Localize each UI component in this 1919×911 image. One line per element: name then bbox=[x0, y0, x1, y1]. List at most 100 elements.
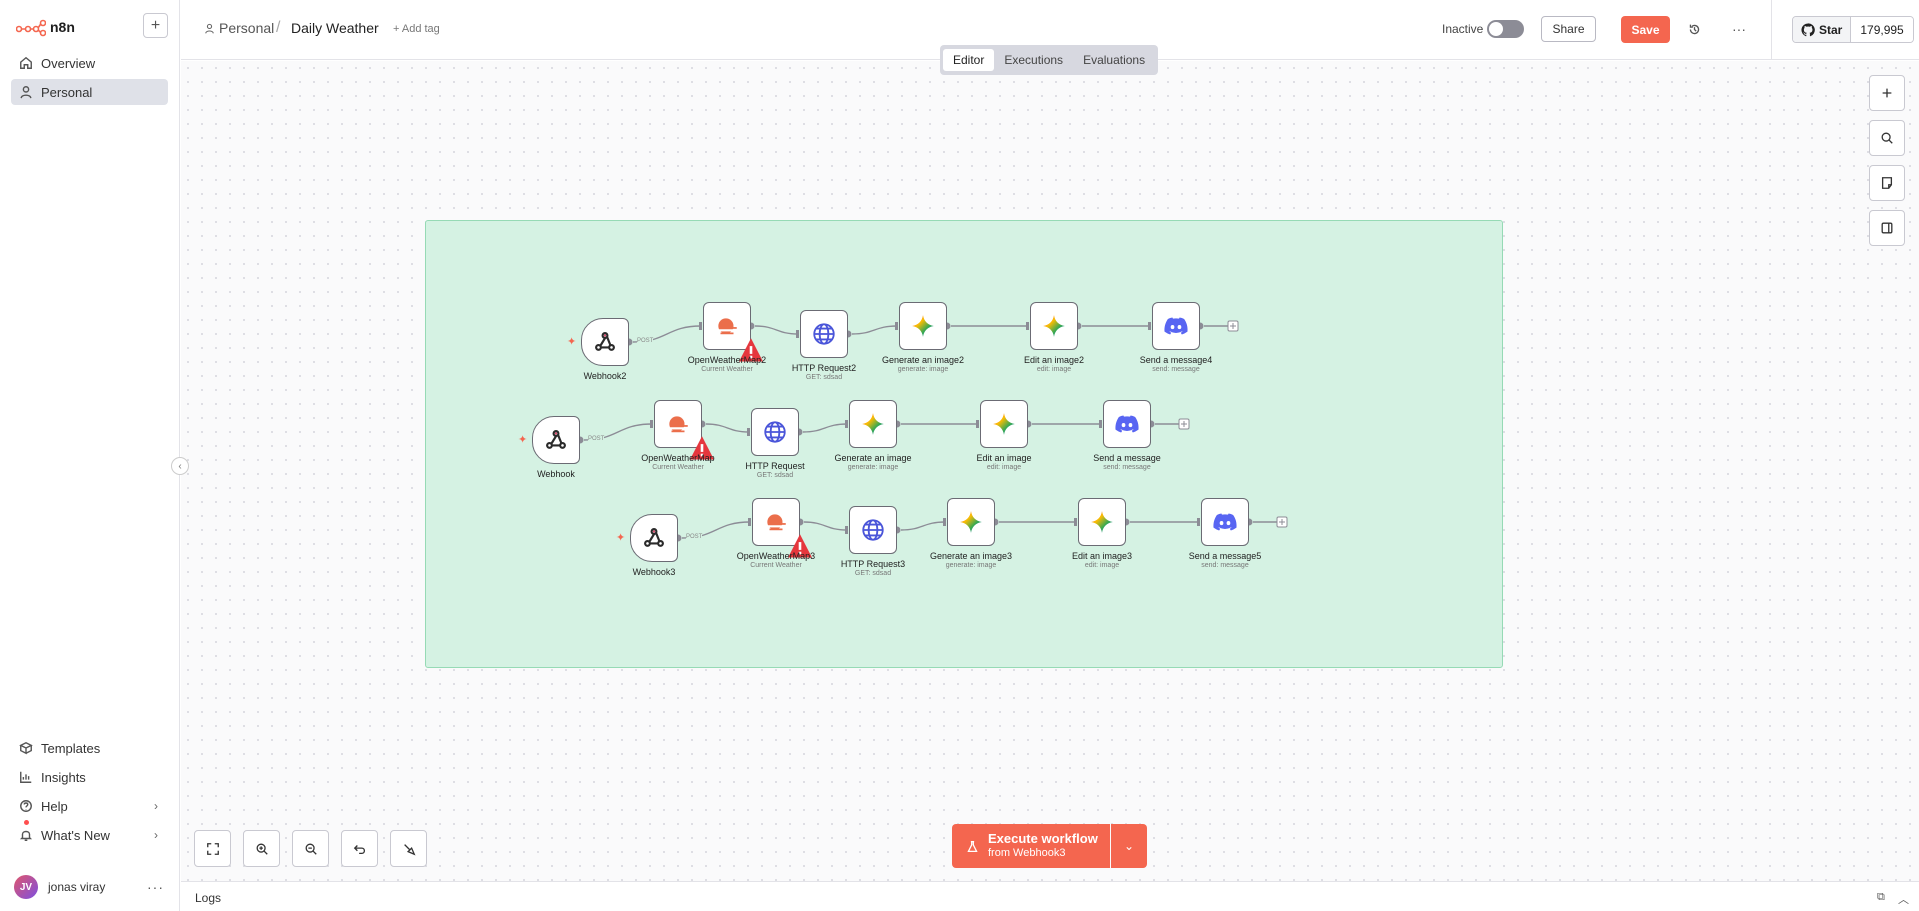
discord-icon bbox=[1115, 415, 1139, 433]
discord-icon bbox=[1164, 317, 1188, 335]
discord-node[interactable] bbox=[1152, 302, 1200, 350]
brush-icon bbox=[403, 843, 415, 855]
help-icon bbox=[20, 800, 32, 812]
gemini-icon bbox=[912, 315, 934, 337]
tab-executions[interactable]: Executions bbox=[994, 49, 1073, 71]
search-nodes-button[interactable] bbox=[1869, 120, 1905, 156]
box-icon bbox=[19, 741, 33, 755]
execute-workflow-button[interactable]: Execute workflow from Webhook3 bbox=[952, 824, 1110, 868]
chevron-right-icon: › bbox=[154, 828, 158, 842]
plus-icon: + bbox=[150, 16, 161, 34]
sidebar-item-overview[interactable]: Overview bbox=[11, 50, 168, 76]
tidy-up-button[interactable] bbox=[390, 830, 427, 867]
add-node-button[interactable] bbox=[1869, 75, 1905, 111]
history-icon[interactable] bbox=[1685, 20, 1703, 38]
chevron-right-icon: › bbox=[154, 799, 158, 813]
sidebar-item-label: Insights bbox=[41, 769, 86, 785]
toggle-panel-button[interactable] bbox=[1869, 210, 1905, 246]
node-subtitle: GET: sdsad bbox=[805, 374, 843, 381]
weather-icon bbox=[767, 514, 786, 531]
connection-label: POST bbox=[588, 436, 605, 442]
webhook-node[interactable] bbox=[581, 318, 629, 366]
discord-node[interactable] bbox=[1103, 400, 1151, 448]
create-new-button[interactable]: + bbox=[143, 13, 168, 38]
gemini-icon bbox=[960, 511, 982, 533]
fit-view-button[interactable] bbox=[194, 830, 231, 867]
discord-icon bbox=[1213, 513, 1237, 531]
sidebar-item-templates[interactable]: Templates bbox=[11, 735, 168, 761]
sticky-note[interactable] bbox=[425, 220, 1503, 668]
gemini-node[interactable] bbox=[980, 400, 1028, 448]
gemini-node[interactable] bbox=[899, 302, 947, 350]
undo-icon bbox=[353, 844, 365, 854]
popout-icon[interactable]: ⧉ bbox=[1877, 891, 1885, 904]
workflow-title[interactable]: Daily Weather bbox=[291, 20, 379, 36]
sidebar-collapse-button[interactable]: ‹ bbox=[171, 457, 189, 475]
add-sticky-button[interactable] bbox=[1869, 165, 1905, 201]
node-label: Webhook2 bbox=[583, 371, 627, 381]
share-button[interactable]: Share bbox=[1541, 16, 1596, 42]
node-label: Webhook3 bbox=[632, 567, 676, 577]
save-button[interactable]: Save bbox=[1621, 16, 1670, 43]
http-node[interactable] bbox=[800, 310, 848, 358]
more-icon[interactable]: ··· bbox=[1730, 20, 1748, 38]
weather-node[interactable] bbox=[654, 400, 714, 460]
github-icon bbox=[1801, 22, 1815, 36]
gemini-node[interactable] bbox=[849, 400, 897, 448]
breadcrumb-project[interactable]: Personal bbox=[204, 20, 274, 36]
add-tag-link[interactable]: + Add tag bbox=[393, 23, 440, 35]
plus-icon bbox=[1882, 88, 1892, 98]
weather-node[interactable] bbox=[752, 498, 812, 558]
sticky-note-icon bbox=[1881, 177, 1893, 189]
status-label: Inactive bbox=[1442, 22, 1484, 36]
bell-icon bbox=[19, 830, 33, 841]
logs-panel-bar[interactable]: Logs ⧉ ︿ bbox=[181, 881, 1919, 911]
sidebar-item-personal[interactable]: Personal bbox=[11, 79, 168, 105]
undo-button[interactable] bbox=[341, 830, 378, 867]
webhook-node[interactable] bbox=[630, 514, 678, 562]
node-label: Generate an image2 bbox=[881, 355, 965, 365]
search-icon bbox=[1881, 132, 1893, 144]
http-node[interactable] bbox=[849, 506, 897, 554]
gemini-node[interactable] bbox=[1030, 302, 1078, 350]
weather-icon bbox=[718, 318, 737, 335]
view-tabs: Editor Executions Evaluations bbox=[940, 45, 1158, 75]
sidebar-item-insights[interactable]: Insights bbox=[11, 764, 168, 790]
warning-icon[interactable] bbox=[689, 435, 714, 460]
avatar: JV bbox=[14, 875, 38, 899]
more-icon[interactable]: ··· bbox=[147, 879, 164, 895]
http-node[interactable] bbox=[751, 408, 799, 456]
fit-view-icon bbox=[206, 842, 219, 855]
weather-node[interactable] bbox=[703, 302, 763, 362]
gemini-node[interactable] bbox=[1078, 498, 1126, 546]
zoom-out-icon bbox=[305, 843, 317, 855]
webhook-node[interactable] bbox=[532, 416, 580, 464]
sidebar-item-whats-new[interactable]: What's New › bbox=[11, 820, 168, 848]
user-icon bbox=[205, 23, 214, 34]
node-subtitle: send: message bbox=[1103, 464, 1151, 471]
gemini-node[interactable] bbox=[947, 498, 995, 546]
user-menu[interactable]: JV jonas viray ··· bbox=[14, 874, 168, 900]
node-label: Generate an image bbox=[834, 453, 912, 463]
gemini-icon bbox=[1091, 511, 1113, 533]
chart-icon bbox=[20, 771, 32, 783]
tab-editor[interactable]: Editor bbox=[943, 49, 995, 71]
sidebar-item-help[interactable]: Help › bbox=[11, 793, 168, 819]
zoom-out-button[interactable] bbox=[292, 830, 329, 867]
http-icon bbox=[862, 519, 884, 541]
n8n-logo-icon bbox=[16, 19, 46, 37]
execute-dropdown-button[interactable]: ⌄ bbox=[1111, 824, 1147, 868]
app-name: n8n bbox=[50, 19, 75, 35]
http-icon bbox=[764, 421, 786, 443]
tab-evaluations[interactable]: Evaluations bbox=[1073, 49, 1155, 71]
zoom-in-button[interactable] bbox=[243, 830, 280, 867]
warning-icon[interactable] bbox=[787, 533, 812, 558]
discord-node[interactable] bbox=[1201, 498, 1249, 546]
github-star-button[interactable]: Star 179,995 bbox=[1792, 16, 1914, 43]
chevron-up-icon[interactable]: ︿ bbox=[1898, 891, 1909, 907]
logs-label: Logs bbox=[195, 891, 222, 905]
warning-icon[interactable] bbox=[738, 337, 763, 362]
node-subtitle: GET: sdsad bbox=[756, 472, 794, 479]
connection-label: POST bbox=[686, 534, 703, 540]
active-toggle[interactable] bbox=[1487, 20, 1524, 38]
